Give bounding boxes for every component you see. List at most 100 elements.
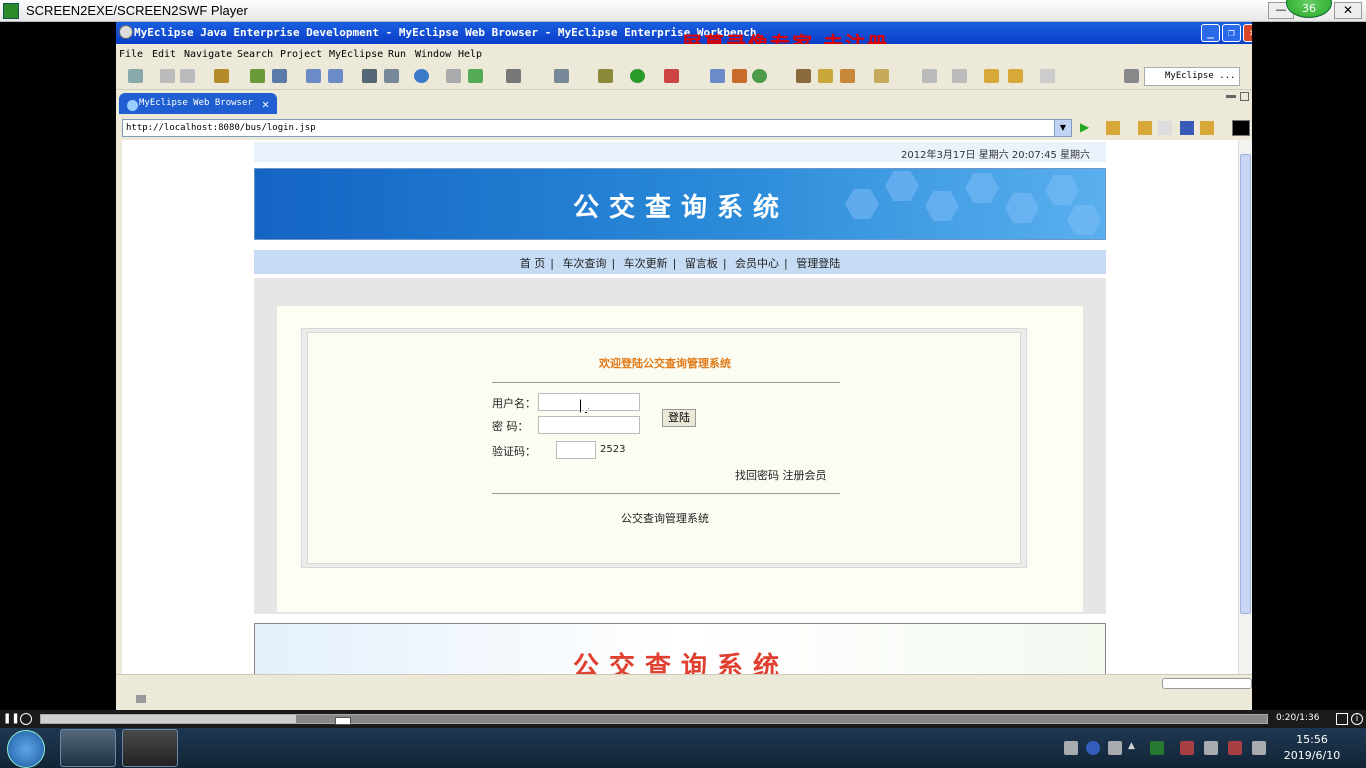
open-perspective-icon[interactable]	[840, 69, 855, 83]
grid-icon[interactable]	[732, 69, 747, 83]
recorder-tray-icon[interactable]	[1150, 741, 1164, 755]
playback-time: 0:20/1:36	[1276, 713, 1320, 723]
back-icon[interactable]	[1008, 69, 1023, 83]
nav-message-board[interactable]: 留言板	[685, 257, 718, 270]
menu-navigate[interactable]: Navigate	[184, 49, 232, 60]
bookmark-icon[interactable]	[1106, 121, 1120, 135]
windows-taskbar: ▲ 15:56 2019/6/10	[0, 728, 1366, 768]
menu-window[interactable]: Window	[415, 49, 451, 60]
captcha-input[interactable]	[556, 441, 596, 459]
pin-icon[interactable]	[818, 69, 833, 83]
close-tab-icon[interactable]: ✕	[262, 97, 269, 111]
username-input[interactable]	[538, 393, 640, 411]
login-footer-text: 公交查询管理系统	[621, 512, 709, 525]
nav-member-center[interactable]: 会员中心	[735, 257, 779, 270]
menu-edit[interactable]: Edit	[152, 49, 176, 60]
browser-refresh-icon[interactable]	[1200, 121, 1214, 135]
system-clock[interactable]: 15:56 2019/6/10	[1282, 732, 1342, 764]
show-hidden-icon[interactable]: ▲	[1128, 741, 1142, 755]
browse-icon[interactable]	[328, 69, 343, 83]
tools-icon[interactable]	[554, 69, 569, 83]
explorer-task-icon[interactable]	[60, 729, 116, 767]
menu-project[interactable]: Project	[280, 49, 322, 60]
help-icon[interactable]	[1086, 741, 1100, 755]
nav-home[interactable]: 首 页	[520, 257, 546, 270]
password-input[interactable]	[538, 416, 640, 434]
register-link[interactable]: 注册会员	[783, 469, 827, 482]
forward-icon[interactable]	[1040, 69, 1055, 83]
url-input[interactable]: http://localhost:8080/bus/login.jsp	[122, 119, 1072, 137]
new-wizard-icon[interactable]	[710, 69, 725, 83]
nav-route-update[interactable]: 车次更新	[624, 257, 668, 270]
next-annotation-icon[interactable]	[922, 69, 937, 83]
player-task-icon[interactable]	[122, 729, 178, 767]
menu-search[interactable]: Search	[237, 49, 273, 60]
menu-run[interactable]: Run	[388, 49, 406, 60]
window-minimize-button[interactable]: _	[1201, 24, 1220, 42]
player-title: SCREEN2EXE/SCREEN2SWF Player	[26, 3, 248, 18]
vertical-scrollbar[interactable]	[1238, 140, 1252, 674]
security-icon[interactable]	[1180, 741, 1194, 755]
stop-icon[interactable]	[1180, 121, 1194, 135]
menu-file[interactable]: File	[119, 49, 143, 60]
seek-progress	[41, 715, 296, 723]
info-icon[interactable]: i	[1351, 713, 1363, 725]
perspective-switcher[interactable]: MyEclipse ...	[1144, 67, 1240, 86]
prev-annotation-icon[interactable]	[952, 69, 967, 83]
username-label: 用户名：	[492, 397, 536, 410]
minimize-view-icon[interactable]	[1226, 95, 1236, 98]
browser-back-icon[interactable]	[1138, 121, 1152, 135]
open-task-icon[interactable]	[796, 69, 811, 83]
nav-route-query[interactable]: 车次查询	[562, 257, 606, 270]
volume-icon[interactable]	[1204, 741, 1218, 755]
save-icon[interactable]	[160, 69, 175, 83]
nav-admin-login[interactable]: 管理登陆	[796, 257, 840, 270]
open-perspective-button-icon[interactable]	[1124, 69, 1139, 83]
url-dropdown-icon[interactable]: ▼	[1054, 120, 1071, 136]
clock-time: 15:56	[1296, 733, 1328, 746]
open-folder-icon[interactable]	[874, 69, 889, 83]
tray-settings-icon[interactable]	[1108, 741, 1122, 755]
package-icon[interactable]	[214, 69, 229, 83]
refresh-icon[interactable]	[752, 69, 767, 83]
go-icon[interactable]: ▶	[1080, 120, 1094, 134]
open-type-icon[interactable]	[384, 69, 399, 83]
camera-icon[interactable]	[506, 69, 521, 83]
network-icon[interactable]	[1252, 741, 1266, 755]
add-icon[interactable]	[468, 69, 483, 83]
mute-icon[interactable]	[20, 713, 32, 725]
tab-web-browser[interactable]: MyEclipse Web Browser ✕	[119, 93, 277, 114]
globe-icon[interactable]	[414, 69, 429, 83]
external-tools-icon[interactable]	[664, 69, 679, 83]
close-button[interactable]: ✕	[1334, 2, 1362, 19]
folder-icon[interactable]	[446, 69, 461, 83]
console-icon[interactable]	[1232, 120, 1250, 136]
run-icon[interactable]	[630, 69, 645, 83]
login-button[interactable]: 登陆	[662, 409, 696, 427]
new-icon[interactable]	[128, 69, 143, 83]
menu-myeclipse[interactable]: MyEclipse	[329, 49, 383, 60]
flag-icon[interactable]	[1228, 741, 1242, 755]
window-close-button[interactable]: ✕	[1243, 24, 1252, 42]
last-edit-icon[interactable]	[984, 69, 999, 83]
window-restore-button[interactable]: ❐	[1222, 24, 1241, 42]
keyboard-icon[interactable]	[1064, 741, 1078, 755]
seek-bar[interactable]	[40, 714, 1268, 725]
browser-forward-icon[interactable]	[1158, 121, 1172, 135]
debug-icon[interactable]	[250, 69, 265, 83]
forgot-password-link[interactable]: 找回密码	[735, 469, 779, 482]
menu-help[interactable]: Help	[458, 49, 482, 60]
bug-icon[interactable]	[598, 69, 613, 83]
start-button[interactable]	[7, 730, 45, 768]
deploy-icon[interactable]	[306, 69, 321, 83]
print-icon[interactable]	[180, 69, 195, 83]
scrollbar-thumb[interactable]	[1240, 154, 1251, 614]
player-title-bar: SCREEN2EXE/SCREEN2SWF Player — 36 ✕	[0, 0, 1366, 22]
fullscreen-icon[interactable]	[1336, 713, 1348, 725]
server-icon[interactable]	[272, 69, 287, 83]
pause-icon[interactable]: ❚❚	[3, 713, 20, 725]
maximize-view-icon[interactable]	[1240, 92, 1249, 101]
seek-handle[interactable]	[335, 717, 351, 725]
sql-icon[interactable]	[362, 69, 377, 83]
editor-tab-row: MyEclipse Web Browser ✕	[116, 90, 1252, 114]
